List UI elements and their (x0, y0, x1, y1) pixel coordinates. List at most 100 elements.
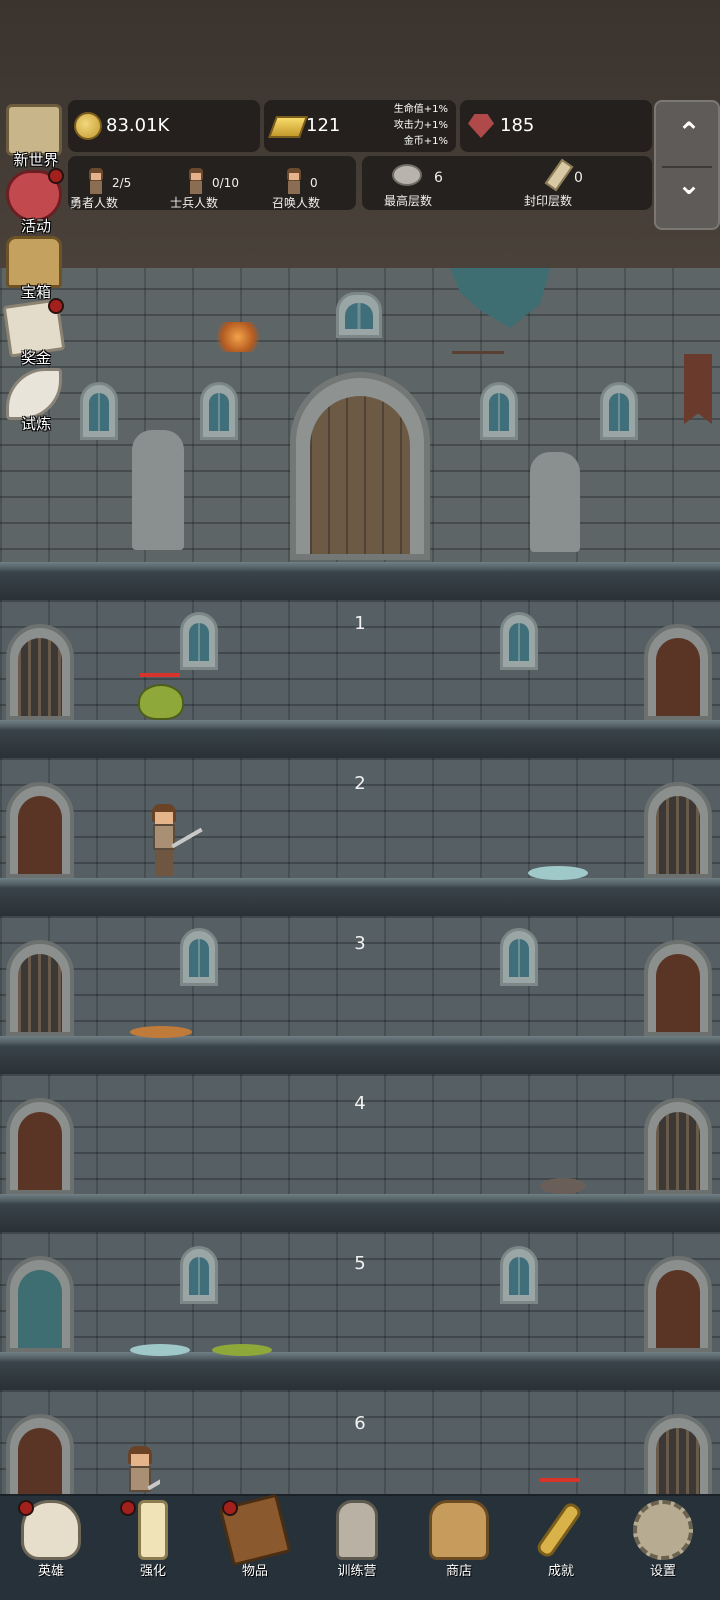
floor-door (6, 1098, 74, 1194)
main-gate (290, 372, 430, 560)
bonus-stats: 生命值+1% 攻击力+1% 金币+1% (368, 102, 448, 150)
soldier-count: 0/10 (212, 176, 239, 190)
nav-achievements[interactable]: 成就 (510, 1496, 612, 1600)
hero-count-label: 勇者人数 (70, 196, 119, 210)
hall-floor (0, 562, 720, 600)
lantern-icon (336, 1500, 378, 1560)
gold-panel: 83.01K (68, 100, 260, 152)
floor-window (180, 1246, 218, 1304)
floor-window (500, 1246, 538, 1304)
nav-label: 训练营 (337, 1564, 377, 1579)
nav-label: 物品 (241, 1564, 268, 1579)
nav-upgrade[interactable]: 强化 (102, 1496, 204, 1600)
gold-bar-panel: 121 生命值+1% 攻击力+1% 金币+1% (264, 100, 456, 152)
floor-number: 5 (354, 1253, 366, 1274)
bonus-gold: 金币+1% (403, 136, 448, 147)
bonus-attack: 攻击力+1% (393, 120, 448, 131)
sealed-floors-label: 封印层数 (524, 194, 573, 208)
floor-door (6, 782, 74, 878)
nav-training[interactable]: 训练营 (306, 1496, 408, 1600)
floor-door (644, 940, 712, 1036)
floor-window (180, 612, 218, 670)
notification-dot (48, 298, 64, 314)
floor-4-ground (0, 1194, 720, 1232)
spider-remains (540, 1178, 586, 1194)
gear-icon (633, 1500, 693, 1560)
floor-number: 6 (354, 1413, 366, 1434)
enemy-hp-bar (140, 673, 180, 677)
scroll-down-button[interactable]: ⌄ (656, 168, 720, 208)
side-button-event[interactable]: 活动 (2, 168, 66, 235)
hall-window (600, 382, 638, 440)
hall-window (80, 382, 118, 440)
floor-door (644, 1098, 712, 1194)
green-slime-enemy[interactable] (138, 684, 184, 720)
notification-dot (120, 1500, 136, 1516)
nav-label: 商店 (445, 1564, 472, 1579)
gold-bar-icon (267, 116, 309, 138)
scroll-icon (544, 158, 574, 192)
gem-panel: 185 (460, 100, 652, 152)
nav-label: 英雄 (37, 1564, 64, 1579)
floor-1-ground (0, 720, 720, 758)
bonus-hp: 生命值+1% (393, 104, 448, 115)
nav-shop[interactable]: 商店 (408, 1496, 510, 1600)
floor-number: 4 (354, 1093, 366, 1114)
soldier-count-icon (186, 168, 206, 196)
scroll-up-button[interactable]: ⌃ (656, 116, 720, 156)
floor-door (644, 1256, 712, 1352)
hero-count-icon (86, 168, 106, 196)
nav-heroes[interactable]: 英雄 (0, 1496, 102, 1600)
gold-bar-amount: 121 (306, 115, 341, 136)
side-button-label: 奖金 (20, 349, 51, 367)
side-button-trial[interactable]: 试炼 (2, 368, 66, 433)
notification-dot (222, 1500, 238, 1516)
floor-door (6, 940, 74, 1036)
chandelier-unlit (452, 330, 504, 354)
nav-label: 设置 (649, 1564, 676, 1579)
floor-5-wall (0, 1232, 720, 1352)
floor-window (500, 612, 538, 670)
floor-4-wall (0, 1074, 720, 1194)
side-button-new-world[interactable]: 新世界 (2, 104, 66, 169)
hall-window (480, 382, 518, 440)
knight-statue (530, 452, 580, 552)
notification-dot (18, 1500, 34, 1516)
hall-window (200, 382, 238, 440)
soldier-count-label: 士兵人数 (170, 196, 219, 210)
unit-count-panel: 2/5 勇者人数 0/10 士兵人数 0 召唤人数 (68, 156, 356, 210)
highest-floor: 6 (434, 170, 443, 186)
floor-number: 1 (354, 613, 366, 634)
floor-number: 3 (354, 933, 366, 954)
hero-knight[interactable] (120, 1446, 160, 1494)
floor-door (644, 782, 712, 878)
hero-knight[interactable] (144, 804, 203, 878)
nav-label: 强化 (139, 1564, 166, 1579)
floor-door (6, 624, 74, 720)
dungeon-scene: 1 2 3 4 5 6 (0, 0, 720, 1600)
floor-door (644, 624, 712, 720)
candle-icon (138, 1500, 168, 1560)
floor-window (500, 928, 538, 986)
floor-2-ground (0, 878, 720, 916)
chandelier-lit (210, 322, 266, 352)
side-button-chest[interactable]: 宝箱 (2, 236, 66, 301)
side-button-bonus[interactable]: 奖金 (2, 298, 66, 367)
floor-3-ground (0, 1036, 720, 1074)
hero-count: 2/5 (112, 176, 132, 190)
summon-count: 0 (310, 176, 318, 190)
summon-count-label: 召唤人数 (272, 196, 321, 210)
floor-5-ground (0, 1352, 720, 1390)
hall-window (336, 292, 382, 338)
side-button-label: 新世界 (13, 151, 59, 169)
gold-coin-icon (74, 112, 102, 140)
floor-6-wall (0, 1390, 720, 1500)
sealed-floors: 0 (574, 170, 583, 186)
slime-puddle (130, 1026, 192, 1038)
enemy-hp-bar (540, 1478, 580, 1482)
side-button-label: 试炼 (20, 415, 51, 433)
nav-settings[interactable]: 设置 (612, 1496, 714, 1600)
nav-items[interactable]: 物品 (204, 1493, 306, 1600)
slime-puddle (212, 1344, 272, 1356)
summon-count-icon (284, 168, 304, 196)
